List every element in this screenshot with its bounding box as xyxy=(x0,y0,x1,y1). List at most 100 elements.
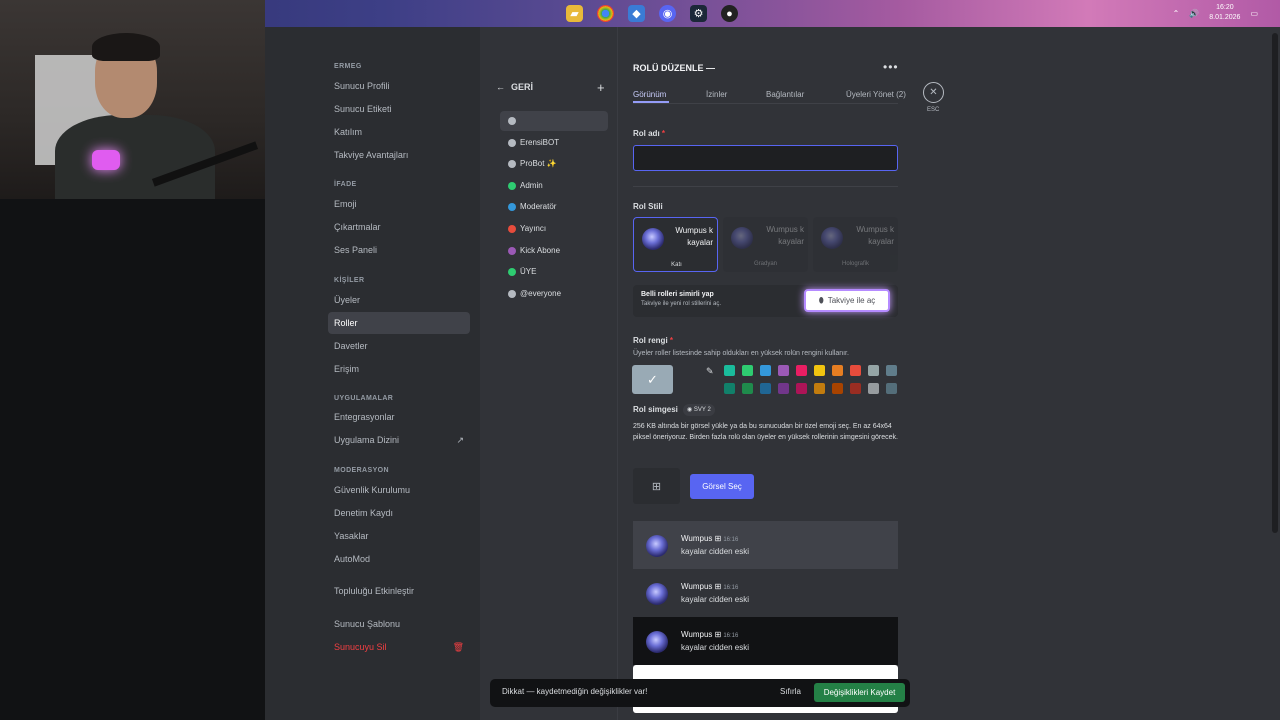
close-icon[interactable]: ✕ xyxy=(923,82,944,103)
clock[interactable]: 16:20 8.01.2026 xyxy=(1209,3,1240,23)
sidebar-item[interactable]: Takviye Avantajları xyxy=(328,144,470,166)
preview-username: Wumpus ⊞ 16:16 xyxy=(681,534,739,543)
steam-icon[interactable]: ⚙ xyxy=(690,5,707,22)
tab-permissions[interactable]: İzinler xyxy=(706,90,727,99)
color-swatch[interactable] xyxy=(850,365,861,376)
active-tab-indicator xyxy=(633,101,669,103)
tab-display[interactable]: Görünüm xyxy=(633,90,666,99)
page-title: ROLÜ DÜZENLE — xyxy=(633,63,715,73)
boost-subtitle: Takviye ile yeni rol stillerini aç. xyxy=(641,301,722,307)
sidebar-item[interactable]: Katılım xyxy=(328,121,470,143)
color-swatch[interactable] xyxy=(832,383,843,394)
chevron-up-icon[interactable]: ⌃ xyxy=(1173,9,1180,18)
arrow-left-icon: ← xyxy=(496,82,505,92)
color-swatch[interactable] xyxy=(724,365,735,376)
app-icon[interactable]: ◆ xyxy=(628,5,645,22)
tab-manage-members[interactable]: Üyeleri Yönet (2) xyxy=(846,90,906,99)
sidebar-item[interactable]: Yasaklar xyxy=(328,525,470,547)
color-swatch[interactable] xyxy=(814,365,825,376)
default-color-swatch[interactable]: ✓ xyxy=(632,365,673,394)
color-swatch[interactable] xyxy=(814,383,825,394)
color-swatch[interactable] xyxy=(796,383,807,394)
sidebar-item[interactable]: Roller xyxy=(328,312,470,334)
back-button[interactable]: ← GERİ xyxy=(496,82,533,92)
role-name: Admin xyxy=(520,180,543,190)
tab-links[interactable]: Bağlantılar xyxy=(766,90,804,99)
folder-icon[interactable]: ▰ xyxy=(566,5,583,22)
role-color-dot xyxy=(508,289,516,298)
image-add-icon[interactable]: ⊞ xyxy=(633,468,680,504)
preview-message: kayalar cidden eski xyxy=(681,595,750,604)
sidebar-item[interactable]: Sunucu Şablonu xyxy=(328,613,470,635)
role-item[interactable]: @everyone xyxy=(500,284,608,304)
sidebar-item[interactable]: Sunucu Etiketi xyxy=(328,98,470,120)
sidebar-item[interactable]: AutoMod xyxy=(328,548,470,570)
role-color-subtitle: Üyeler roller listesinde sahip oldukları… xyxy=(633,350,849,357)
preview-username: Wumpus ⊞ 16:16 xyxy=(681,582,739,591)
color-swatch[interactable] xyxy=(724,383,735,394)
sidebar-item[interactable]: Topluluğu Etkinleştir xyxy=(328,580,470,602)
color-swatch[interactable] xyxy=(868,383,879,394)
role-item[interactable]: ÜYE xyxy=(500,262,608,282)
save-changes-button[interactable]: Değişiklikleri Kaydet xyxy=(814,683,905,702)
role-item[interactable]: Admin xyxy=(500,176,608,196)
boost-level-badge: ◉ SVY 2 xyxy=(683,404,715,416)
sidebar-item[interactable]: Emoji xyxy=(328,193,470,215)
role-style-label: Rol Stili xyxy=(633,202,663,211)
sidebar-item[interactable]: Güvenlik Kurulumu xyxy=(328,479,470,501)
notification-icon[interactable]: ▭ xyxy=(1250,9,1258,18)
color-swatch[interactable] xyxy=(742,383,753,394)
boost-unlock-button[interactable]: ⬮ Takviye ile aç xyxy=(804,289,890,312)
role-name: Kick Abone xyxy=(520,245,561,255)
system-tray: ⌃ 🔊 16:20 8.01.2026 ▭ xyxy=(1173,3,1258,23)
role-name-input[interactable] xyxy=(633,145,898,171)
pencil-icon[interactable]: ✎ xyxy=(706,366,714,377)
role-item[interactable]: ProBot ✨ xyxy=(500,154,608,174)
role-item[interactable]: Kick Abone xyxy=(500,241,608,261)
scrollbar[interactable] xyxy=(1272,33,1278,533)
color-swatch[interactable] xyxy=(796,365,807,376)
boost-title: Belli rolleri simirli yap xyxy=(641,291,714,298)
boost-small-icon: ◉ xyxy=(687,407,694,413)
sidebar-item[interactable]: Davetler xyxy=(328,335,470,357)
color-swatch[interactable] xyxy=(868,365,879,376)
color-swatch[interactable] xyxy=(760,383,771,394)
nav-section-title: ERMEG xyxy=(334,63,362,70)
sidebar-item[interactable]: Sunucuyu Sil 🗑 xyxy=(328,636,470,658)
color-swatch[interactable] xyxy=(778,365,789,376)
choose-image-button[interactable]: Görsel Seç xyxy=(690,474,754,499)
more-options-icon[interactable]: ••• xyxy=(883,60,899,74)
sidebar-item[interactable]: Ses Paneli xyxy=(328,239,470,261)
role-item[interactable]: Yayıncı xyxy=(500,219,608,239)
sidebar-item[interactable]: Denetim Kaydı xyxy=(328,502,470,524)
speaker-icon[interactable]: 🔊 xyxy=(1189,9,1199,18)
discord-icon[interactable]: ◉ xyxy=(659,5,676,22)
color-swatch[interactable] xyxy=(886,365,897,376)
style-card-gradient[interactable]: Wumpus k kayalar Gradyan xyxy=(723,217,808,272)
color-swatch[interactable] xyxy=(760,365,771,376)
sidebar-item[interactable]: Üyeler xyxy=(328,289,470,311)
role-item[interactable] xyxy=(500,111,608,131)
reset-button[interactable]: Sıfırla xyxy=(780,687,801,696)
obs-icon[interactable]: ● xyxy=(721,5,738,22)
sidebar-item[interactable]: Sunucu Profili xyxy=(328,75,470,97)
sidebar-item[interactable]: Uygulama Dizini ↗ xyxy=(328,429,470,451)
color-swatch[interactable] xyxy=(742,365,753,376)
color-swatch[interactable] xyxy=(850,383,861,394)
unsaved-warning: Dikkat — kaydetmediğin değişiklikler var… xyxy=(502,687,648,696)
style-card-holographic[interactable]: Wumpus k kayalar Holografik xyxy=(813,217,898,272)
color-swatch[interactable] xyxy=(832,365,843,376)
left-background xyxy=(0,199,265,720)
style-line1: Wumpus k xyxy=(675,226,713,235)
sidebar-item[interactable]: Erişim xyxy=(328,358,470,380)
sidebar-item[interactable]: Çıkartmalar xyxy=(328,216,470,238)
style-card-solid[interactable]: Wumpus k kayalar Katı xyxy=(633,217,718,272)
role-name: ÜYE xyxy=(520,267,537,277)
sidebar-item[interactable]: Entegrasyonlar xyxy=(328,406,470,428)
chrome-icon[interactable] xyxy=(597,5,614,22)
add-role-icon[interactable]: + xyxy=(597,80,605,95)
role-item[interactable]: ErensiBOT xyxy=(500,133,608,153)
color-swatch[interactable] xyxy=(886,383,897,394)
color-swatch[interactable] xyxy=(778,383,789,394)
role-item[interactable]: Moderatör xyxy=(500,197,608,217)
